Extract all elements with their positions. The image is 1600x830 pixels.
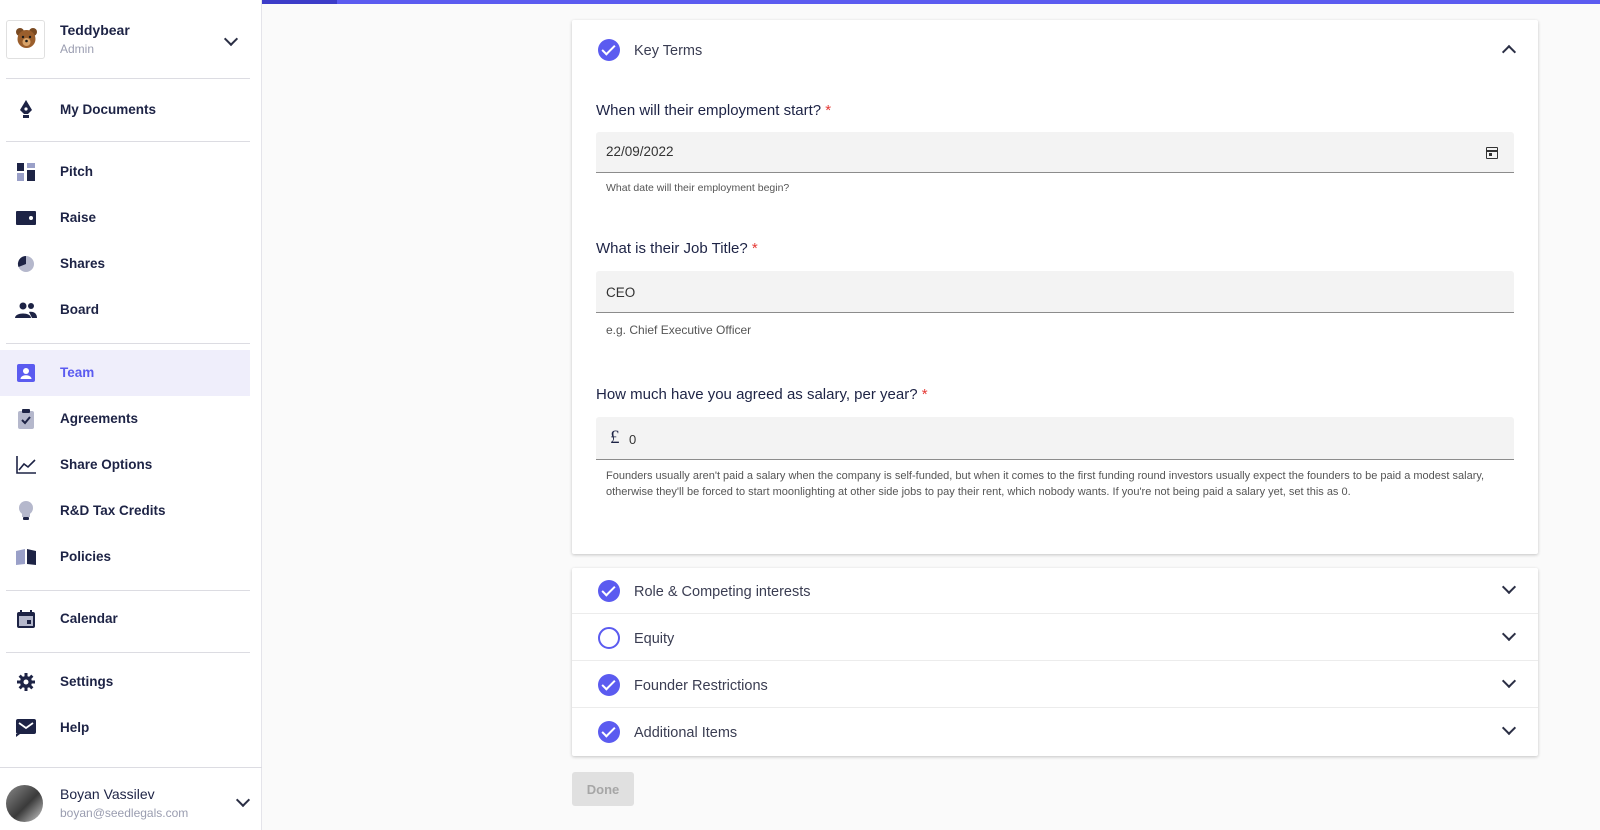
section-title: Key Terms <box>634 43 703 59</box>
org-role: Admin <box>60 42 95 56</box>
check-circle-icon <box>598 39 620 61</box>
progress-bar-fill <box>262 0 337 4</box>
sidebar-item-label: Team <box>60 365 95 380</box>
calendar-icon <box>15 608 37 630</box>
section-title: Role & Competing interests <box>634 584 811 600</box>
required-marker: * <box>921 386 928 403</box>
empty-circle-icon <box>598 627 620 649</box>
chevron-down-icon[interactable] <box>1501 579 1517 595</box>
divider <box>6 652 250 653</box>
user-menu[interactable]: Boyan Vassilev boyan@seedlegals.com <box>0 776 262 830</box>
required-marker: * <box>751 240 758 257</box>
required-marker: * <box>825 102 832 119</box>
user-email: boyan@seedlegals.com <box>60 806 189 820</box>
avatar <box>6 785 43 822</box>
employment-start-label: When will their employment start? * <box>596 102 832 119</box>
sidebar-item-label: Calendar <box>60 611 118 626</box>
section-title: Equity <box>634 631 675 647</box>
sidebar-item-rd-tax-credits[interactable]: R&D Tax Credits <box>0 488 250 534</box>
salary-value: 0 <box>629 432 637 447</box>
user-name: Boyan Vassilev <box>60 786 155 802</box>
sidebar-item-label: Share Options <box>60 457 153 472</box>
sidebar-item-settings[interactable]: Settings <box>0 659 250 705</box>
check-circle-icon <box>598 721 620 743</box>
key-terms-panel: Key Terms When will their employment sta… <box>572 20 1538 554</box>
divider <box>6 590 250 591</box>
wallet-icon <box>15 207 37 229</box>
org-name: Teddybear <box>60 22 130 38</box>
job-title-hint: e.g. Chief Executive Officer <box>606 323 752 337</box>
check-circle-icon <box>598 580 620 602</box>
sidebar-item-label: Pitch <box>60 164 94 179</box>
sidebar-item-board[interactable]: Board <box>0 287 250 333</box>
sidebar-item-shares[interactable]: Shares <box>0 241 250 287</box>
chevron-down-icon[interactable] <box>223 31 239 47</box>
section-equity[interactable]: Equity <box>572 615 1538 661</box>
sidebar-item-policies[interactable]: Policies <box>0 534 250 580</box>
sidebar-item-label: Raise <box>60 210 97 225</box>
check-circle-icon <box>598 674 620 696</box>
sidebar-item-agreements[interactable]: Agreements <box>0 396 250 442</box>
progress-bar <box>262 0 1600 4</box>
employment-start-date-field[interactable]: 22/09/2022 <box>596 132 1514 173</box>
sidebar-item-calendar[interactable]: Calendar <box>0 596 250 642</box>
book-open-icon <box>15 546 37 568</box>
salary-hint-line-2: otherwise they'll be forced to start moo… <box>606 486 1351 498</box>
job-title-input[interactable]: CEO <box>596 271 1514 313</box>
sidebar: Teddybear Admin My Documents Pitch Raise… <box>0 0 262 830</box>
divider <box>6 343 250 344</box>
sidebar-item-raise[interactable]: Raise <box>0 195 250 241</box>
salary-label: How much have you agreed as salary, per … <box>596 386 928 403</box>
section-title: Additional Items <box>634 725 738 741</box>
salary-hint-line-1: Founders usually aren't paid a salary wh… <box>606 470 1485 482</box>
chevron-down-icon[interactable] <box>1501 673 1517 689</box>
sidebar-item-label: Board <box>60 302 100 317</box>
people-icon <box>15 299 37 321</box>
chevron-down-icon[interactable] <box>1501 720 1517 736</box>
divider <box>6 141 250 142</box>
id-badge-icon <box>15 362 37 384</box>
section-founder-restrictions[interactable]: Founder Restrictions <box>572 662 1538 708</box>
job-title-label: What is their Job Title? * <box>596 240 758 257</box>
lightbulb-icon <box>15 500 37 522</box>
section-additional-items[interactable]: Additional Items <box>572 709 1538 755</box>
sidebar-item-pitch[interactable]: Pitch <box>0 149 250 195</box>
pitch-blocks-icon <box>15 161 37 183</box>
sidebar-item-label: Help <box>60 720 90 735</box>
chevron-up-icon[interactable] <box>1501 44 1517 60</box>
sidebar-item-label: Policies <box>60 549 112 564</box>
pie-chart-icon <box>15 253 37 275</box>
chevron-down-icon[interactable] <box>1501 626 1517 642</box>
gear-icon <box>15 671 37 693</box>
sidebar-item-label: Agreements <box>60 411 139 426</box>
sidebar-item-share-options[interactable]: Share Options <box>0 442 250 488</box>
done-button[interactable]: Done <box>572 772 634 806</box>
sidebar-item-label: My Documents <box>60 102 157 117</box>
sidebar-item-label: R&D Tax Credits <box>60 503 166 518</box>
job-title-value: CEO <box>606 285 636 300</box>
sidebar-item-my-documents[interactable]: My Documents <box>0 87 250 133</box>
salary-input[interactable]: £ 0 <box>596 417 1514 460</box>
section-role-competing-interests[interactable]: Role & Competing interests <box>572 568 1538 614</box>
divider <box>6 78 250 79</box>
key-terms-header[interactable]: Key Terms <box>572 20 1538 80</box>
sidebar-item-help[interactable]: Help <box>0 705 250 751</box>
org-logo <box>6 20 45 59</box>
calendar-icon[interactable] <box>1486 147 1498 159</box>
employment-start-hint: What date will their employment begin? <box>606 182 790 194</box>
org-switcher[interactable]: Teddybear Admin <box>0 0 262 78</box>
sections-accordion: Role & Competing interests Equity Founde… <box>572 568 1538 756</box>
sidebar-item-label: Settings <box>60 674 114 689</box>
sidebar-item-team[interactable]: Team <box>0 350 250 396</box>
currency-symbol: £ <box>610 427 620 448</box>
chevron-down-icon[interactable] <box>235 792 251 808</box>
section-title: Founder Restrictions <box>634 678 768 694</box>
message-icon <box>15 717 37 739</box>
pen-nib-icon <box>15 99 37 121</box>
clipboard-check-icon <box>15 408 37 430</box>
line-chart-icon <box>15 454 37 476</box>
sidebar-item-label: Shares <box>60 256 106 271</box>
divider <box>0 767 262 768</box>
date-value: 22/09/2022 <box>606 144 674 159</box>
